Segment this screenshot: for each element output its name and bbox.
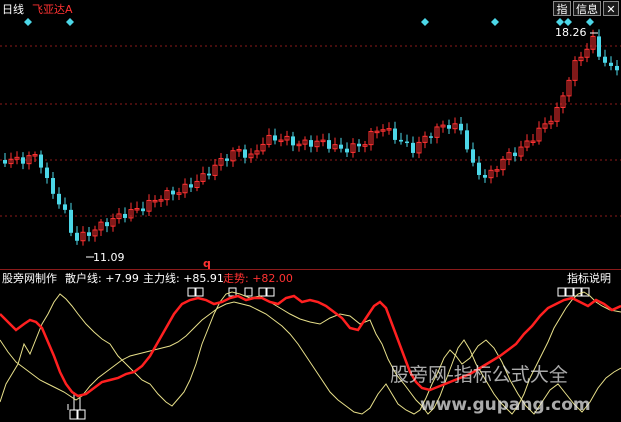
candle-body	[597, 36, 601, 57]
signal-box	[187, 287, 196, 297]
candle-body	[309, 140, 313, 147]
candle-body	[171, 190, 175, 195]
candle-body	[465, 130, 469, 150]
candle-body	[3, 160, 7, 164]
candle-body	[225, 158, 229, 161]
candle-body	[513, 152, 517, 157]
signal-box	[195, 287, 204, 297]
signal-box	[557, 287, 566, 297]
signal-diamond-icon	[564, 18, 572, 26]
candle-body	[273, 135, 277, 141]
signal-box	[69, 409, 78, 420]
signal-box	[258, 287, 267, 297]
candle-body	[189, 184, 193, 188]
signal-diamond-icon	[491, 18, 499, 26]
candle-body	[393, 128, 397, 140]
candle-body	[615, 65, 619, 71]
high-price-label: 18.26	[555, 26, 587, 39]
candle-body	[483, 174, 487, 178]
candle-body	[123, 213, 127, 218]
candle-body	[51, 178, 55, 194]
candle-body	[399, 139, 403, 142]
price-chart	[0, 18, 621, 258]
signal-diamond-icon	[556, 18, 564, 26]
candle-body	[477, 162, 481, 175]
candle-body	[609, 62, 613, 66]
signal-box	[244, 287, 253, 297]
candle-body	[411, 142, 415, 153]
candle-body	[141, 208, 145, 212]
candle-body	[357, 143, 361, 147]
candle-body	[75, 232, 79, 241]
candlesticks	[3, 29, 619, 246]
signal-diamond-icon	[586, 18, 594, 26]
candle-body	[39, 154, 43, 168]
candle-body	[207, 173, 211, 176]
candle-body	[21, 157, 25, 164]
candle-body	[405, 141, 409, 144]
candle-body	[45, 167, 49, 179]
candle-body	[471, 149, 475, 163]
price-grid	[0, 45, 621, 217]
candle-body	[447, 125, 451, 129]
candle-body	[63, 204, 67, 210]
watermark-title: 股旁网-指标公式大全	[390, 364, 568, 386]
candle-body	[339, 144, 343, 149]
low-price-label: 11.09	[93, 251, 125, 264]
candle-body	[105, 222, 109, 227]
signal-diamond-icon	[421, 18, 429, 26]
candle-body	[57, 193, 61, 205]
candle-body	[243, 149, 247, 158]
signal-diamonds	[24, 18, 594, 26]
signal-diamond-icon	[66, 18, 74, 26]
panel-divider	[0, 269, 621, 270]
signal-box	[266, 287, 275, 297]
candle-body	[459, 123, 463, 131]
signal-diamond-icon	[24, 18, 32, 26]
signal-box	[565, 287, 574, 297]
candle-body	[69, 209, 73, 233]
candle-body	[291, 136, 295, 146]
candle-body	[429, 136, 433, 138]
candle-body	[345, 148, 349, 153]
candle-body	[603, 56, 607, 63]
candle-body	[327, 140, 331, 149]
signal-box	[77, 409, 86, 420]
watermark-url: www.gupang.com	[420, 395, 591, 415]
candle-body	[87, 232, 91, 236]
